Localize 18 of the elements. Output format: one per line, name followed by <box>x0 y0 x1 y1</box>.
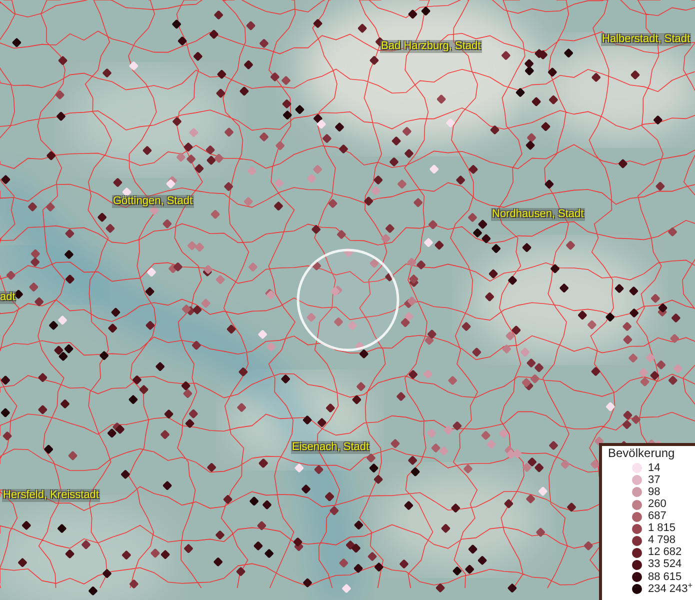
legend-label: 234 243$^{+}$ <box>648 584 693 595</box>
legend-label: 1 815 <box>648 523 676 534</box>
legend-label: 33 524 <box>648 559 682 570</box>
place-label: Halberstadt, Stadt <box>601 33 692 46</box>
legend-label: 687 <box>648 511 666 522</box>
legend-label: 14 <box>648 462 660 474</box>
legend-label: 98 <box>648 486 660 498</box>
legend-label: 88 615 <box>648 572 682 583</box>
legend-label: 4 798 <box>648 535 676 546</box>
legend-label: 12 682 <box>648 547 682 558</box>
place-label: Göttingen, Stadt <box>112 195 194 208</box>
legend-title: Bevölkerung <box>608 447 676 460</box>
place-label: Hersfeld, Kreisstadt <box>2 489 100 502</box>
place-label: Nordhausen, Stadt <box>491 208 585 221</box>
place-label: Eisenach, Stadt <box>291 441 370 454</box>
legend-label: 37 <box>648 474 660 486</box>
place-label: adt <box>0 291 16 304</box>
legend-label: 260 <box>648 499 666 510</box>
